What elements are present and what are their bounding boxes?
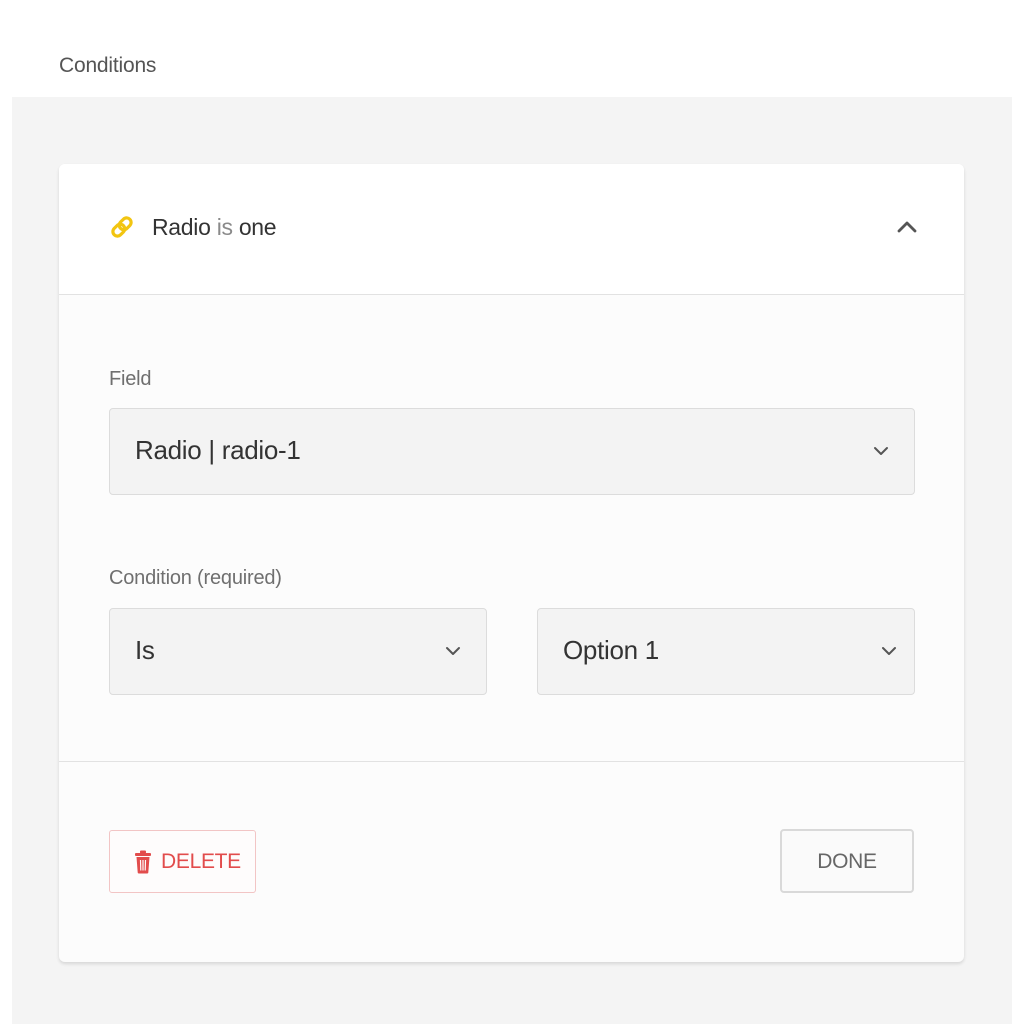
condition-card: Radio is one Field Radio | radio-1 Condi… <box>59 164 964 962</box>
chevron-up-icon[interactable] <box>895 216 919 236</box>
summary-field: Radio <box>152 214 211 240</box>
summary-operator: is <box>216 214 233 240</box>
delete-button[interactable]: DELETE <box>109 830 256 893</box>
link-icon <box>111 216 133 238</box>
chevron-down-icon <box>446 647 460 655</box>
trash-icon <box>135 850 151 874</box>
done-button-label: DONE <box>817 850 877 873</box>
delete-button-label: DELETE <box>161 850 241 873</box>
value-select[interactable]: Option 1 <box>537 608 915 695</box>
done-button[interactable]: DONE <box>780 829 914 893</box>
condition-label: Condition (required) <box>109 567 282 589</box>
condition-summary: Radio is one <box>152 214 277 241</box>
condition-header[interactable]: Radio is one <box>59 164 964 295</box>
operator-select-value: Is <box>135 635 155 665</box>
operator-select[interactable]: Is <box>109 608 487 695</box>
chevron-down-icon <box>874 447 888 455</box>
conditions-page: Conditions Radio is one Field Radio | ra… <box>0 0 1024 1024</box>
field-label: Field <box>109 368 152 390</box>
field-select-value: Radio | radio-1 <box>135 435 301 465</box>
condition-body: Field Radio | radio-1 Condition (require… <box>59 295 964 762</box>
condition-footer: DELETE DONE <box>59 762 964 962</box>
section-title: Conditions <box>59 54 157 77</box>
summary-value: one <box>238 214 277 240</box>
value-select-value: Option 1 <box>563 635 659 665</box>
chevron-down-icon <box>882 647 896 655</box>
field-select[interactable]: Radio | radio-1 <box>109 408 915 495</box>
